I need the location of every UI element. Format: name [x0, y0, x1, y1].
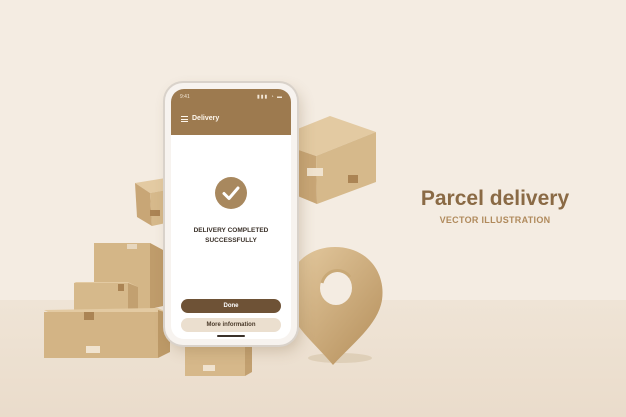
check-icon [215, 177, 247, 209]
app-title: Delivery [192, 115, 220, 122]
more-information-button[interactable]: More information [181, 318, 281, 332]
headline-title: Parcel delivery [420, 187, 570, 210]
status-time: 9:41 [180, 94, 190, 100]
home-indicator [217, 335, 245, 337]
menu-icon[interactable] [181, 116, 188, 122]
location-pin-icon [286, 247, 383, 365]
status-icons: ▮▮▮ ◔ ▬ [256, 94, 283, 100]
done-button[interactable]: Done [181, 299, 281, 313]
headline-subtitle: VECTOR ILLUSTRATION [439, 215, 551, 225]
smartphone: 9:41 ▮▮▮ ◔ ▬ Delivery DELIVERY COMPLETED… [165, 83, 297, 345]
app-header: Delivery [171, 105, 291, 135]
parcel-box-large [44, 308, 170, 358]
parcel-box-small-stack [74, 282, 138, 311]
status-bar: 9:41 ▮▮▮ ◔ ▬ [171, 89, 291, 105]
parcel-box-front [185, 341, 252, 376]
delivery-status-message: DELIVERY COMPLETED SUCCESSFULLY [193, 227, 269, 244]
illustration-scene: 9:41 ▮▮▮ ◔ ▬ Delivery DELIVERY COMPLETED… [0, 0, 626, 417]
phone-screen: 9:41 ▮▮▮ ◔ ▬ Delivery DELIVERY COMPLETED… [171, 89, 291, 339]
